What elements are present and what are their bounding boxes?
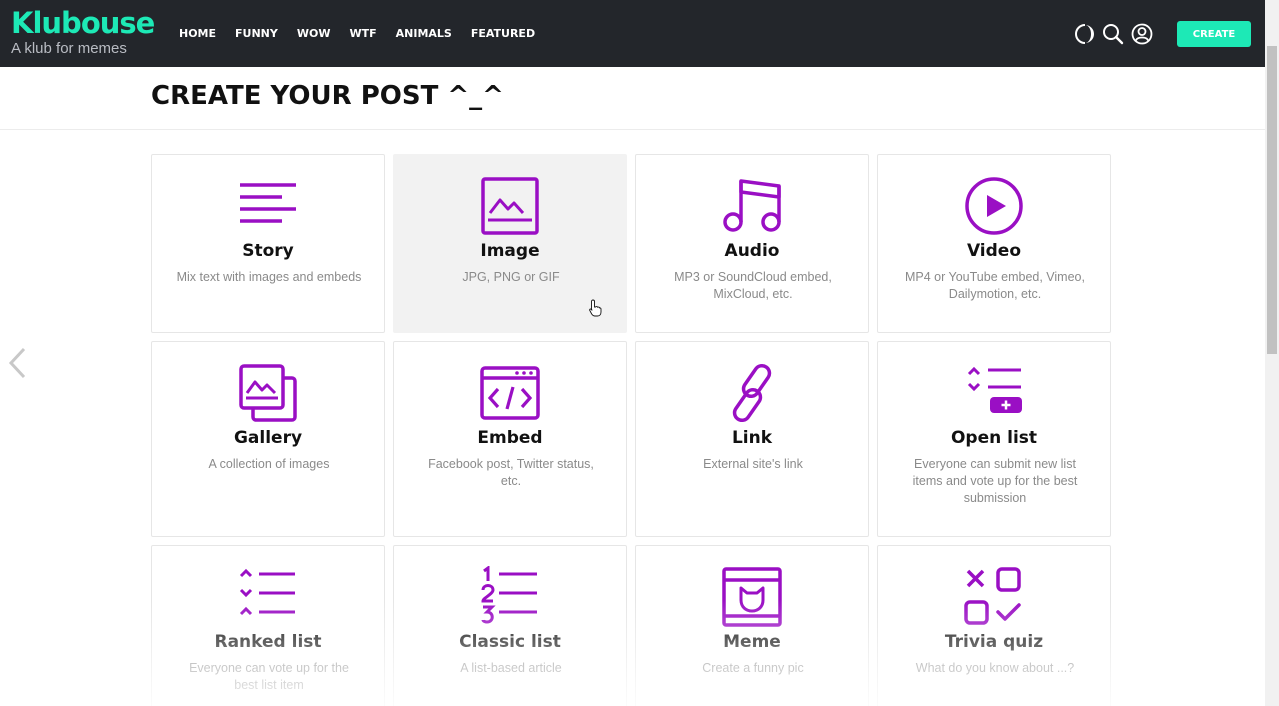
hand-cursor-icon (589, 299, 602, 317)
logo-title: Klubouse (11, 6, 155, 40)
post-type-gallery[interactable]: Gallery A collection of images (151, 341, 385, 537)
card-description: Facebook post, Twitter status, etc. (428, 457, 594, 488)
card-description: MP4 or YouTube embed, Vimeo, Dailymotion… (905, 270, 1085, 301)
card-title: Ranked list (214, 632, 322, 652)
card-title: Open list (950, 428, 1038, 448)
video-icon (965, 177, 1023, 235)
card-description: Everyone can submit new list items and v… (912, 457, 1078, 505)
nav-item-animals[interactable]: ANIMALS (396, 27, 452, 40)
image-icon (481, 177, 539, 235)
chevron-left-icon[interactable] (6, 346, 28, 380)
top-navbar: Klubouse A klub for memes HOME FUNNY WOW… (0, 0, 1265, 67)
post-type-classic-list[interactable]: Classic list A list-based article (393, 545, 627, 706)
gallery-icon (239, 364, 297, 422)
card-title: Image (480, 241, 540, 261)
post-type-link[interactable]: Link External site's link (635, 341, 869, 537)
scrollbar-thumb[interactable] (1267, 46, 1277, 354)
post-type-embed[interactable]: Embed Facebook post, Twitter status, etc… (393, 341, 627, 537)
nav-item-wow[interactable]: WOW (297, 27, 331, 40)
classic-list-icon (481, 566, 537, 624)
card-title: Trivia quiz (944, 632, 1044, 652)
site-logo[interactable]: Klubouse A klub for memes (11, 6, 155, 57)
meme-icon (722, 567, 782, 627)
page-header: CREATE YOUR POST ^_^ (0, 67, 1265, 130)
card-title: Embed (477, 428, 543, 448)
post-type-trivia-quiz[interactable]: Trivia quiz What do you know about ...? (877, 545, 1111, 706)
open-list-icon (967, 366, 1022, 413)
embed-icon (480, 366, 540, 420)
vertical-scrollbar[interactable] (1265, 0, 1279, 706)
post-type-video[interactable]: Video MP4 or YouTube embed, Vimeo, Daily… (877, 154, 1111, 333)
trivia-quiz-icon (964, 567, 1021, 625)
card-description: Everyone can vote up for the best list i… (189, 661, 349, 692)
card-title: Meme (723, 632, 781, 652)
card-description: Mix text with images and embeds (176, 270, 362, 284)
card-title: Link (731, 428, 773, 448)
card-description: What do you know about ...? (915, 661, 1075, 675)
dark-mode-icon[interactable] (1075, 23, 1095, 45)
card-description: A collection of images (208, 457, 330, 471)
card-title: Video (966, 241, 1022, 261)
link-icon (732, 363, 772, 423)
card-description: A list-based article (460, 661, 562, 675)
nav-item-wtf[interactable]: WTF (349, 27, 376, 40)
post-type-story[interactable]: Story Mix text with images and embeds (151, 154, 385, 333)
nav-item-funny[interactable]: FUNNY (235, 27, 278, 40)
card-title: Classic list (459, 632, 561, 652)
post-type-meme[interactable]: Meme Create a funny pic (635, 545, 869, 706)
nav-item-home[interactable]: HOME (179, 27, 216, 40)
card-title: Story (242, 241, 294, 261)
page-title: CREATE YOUR POST ^_^ (151, 81, 504, 111)
audio-icon (723, 179, 781, 232)
card-title: Gallery (233, 428, 303, 448)
ranked-list-icon (239, 568, 295, 616)
logo-tagline: A klub for memes (11, 40, 127, 57)
card-description: Create a funny pic (702, 661, 804, 675)
search-icon[interactable] (1102, 23, 1124, 45)
card-description: JPG, PNG or GIF (462, 270, 560, 284)
card-description: MP3 or SoundCloud embed, MixCloud, etc. (674, 270, 832, 301)
story-icon (240, 183, 296, 223)
post-type-audio[interactable]: Audio MP3 or SoundCloud embed, MixCloud,… (635, 154, 869, 333)
card-title: Audio (724, 241, 780, 261)
user-icon[interactable] (1131, 23, 1153, 45)
create-button[interactable]: CREATE (1177, 21, 1251, 47)
nav-item-featured[interactable]: FEATURED (471, 27, 535, 40)
post-type-ranked-list[interactable]: Ranked list Everyone can vote up for the… (151, 545, 385, 706)
post-type-open-list[interactable]: Open list Everyone can submit new list i… (877, 341, 1111, 537)
card-description: External site's link (703, 457, 803, 471)
main-menu: HOME FUNNY WOW WTF ANIMALS FEATURED (179, 0, 554, 67)
